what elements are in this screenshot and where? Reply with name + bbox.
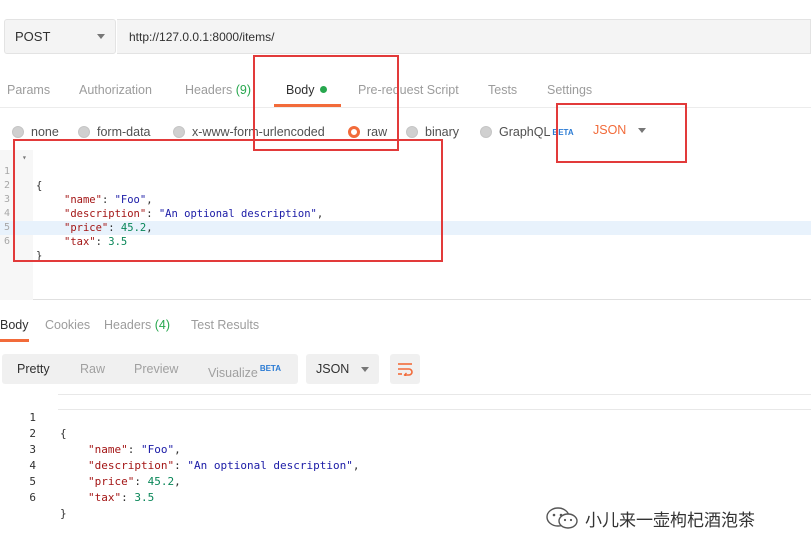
- headers-count-badge: (4): [154, 318, 171, 332]
- tab-label: Params: [7, 83, 51, 97]
- view-pretty-button[interactable]: Pretty: [17, 354, 50, 384]
- tab-label: Authorization: [79, 83, 152, 97]
- response-tabs: Body Cookies Headers (4) Test Results: [0, 318, 811, 342]
- response-tab-headers[interactable]: Headers (4): [104, 318, 170, 338]
- response-tab-cookies[interactable]: Cookies: [45, 318, 90, 338]
- json-key: "tax": [88, 491, 122, 504]
- tab-label: Test Results: [191, 318, 260, 332]
- code-line: 2 "name": "Foo",: [0, 410, 180, 456]
- view-visualize-button[interactable]: Visualize BETA: [208, 354, 281, 384]
- tab-headers[interactable]: Headers (9): [185, 78, 251, 108]
- radio-none[interactable]: none: [12, 124, 59, 140]
- tab-label: Settings: [547, 83, 593, 97]
- code-line: 6 }: [0, 474, 66, 520]
- response-tab-test-results[interactable]: Test Results: [191, 318, 259, 338]
- radio-label: GraphQL: [499, 125, 551, 139]
- json-value: 45.2: [147, 475, 175, 488]
- radio-circle-icon: [78, 126, 90, 138]
- chevron-down-icon: [361, 366, 369, 372]
- line-number: 6: [29, 491, 36, 504]
- request-tabs: Params Authorization Headers (9) Body Pr…: [0, 78, 811, 108]
- radio-circle-icon: [173, 126, 185, 138]
- view-label: Pretty: [17, 362, 50, 376]
- beta-badge: BETA: [259, 364, 281, 373]
- tab-authorization[interactable]: Authorization: [79, 78, 152, 108]
- annotation-box-json-select: [556, 103, 687, 163]
- radio-circle-icon: [406, 126, 418, 138]
- chevron-down-icon: [97, 34, 105, 39]
- json-sep: ,: [352, 459, 360, 472]
- response-format-select[interactable]: JSON: [306, 354, 379, 384]
- wechat-icon: [546, 507, 578, 529]
- tab-params[interactable]: Params: [7, 78, 50, 108]
- watermark: 小儿来一壶枸杞酒泡茶: [545, 505, 755, 531]
- response-view-switch: Pretty Raw Preview Visualize BETA: [2, 354, 298, 384]
- code-line: 5 "tax": 3.5: [0, 458, 154, 504]
- view-raw-button[interactable]: Raw: [80, 354, 105, 384]
- url-text: http://127.0.0.1:8000/items/: [129, 29, 275, 44]
- response-body-viewer[interactable]: 1 { 2 "name": "Foo", 3 "description": "A…: [0, 394, 811, 520]
- code-text: "name": "Foo",: [88, 443, 181, 456]
- view-label: Raw: [80, 362, 106, 376]
- tab-label: Headers: [104, 318, 152, 332]
- code-text: "description": "An optional description"…: [88, 459, 360, 472]
- radio-label: form-data: [97, 125, 151, 139]
- json-value: "Foo": [141, 443, 175, 456]
- code-text: "tax": 3.5: [88, 491, 155, 504]
- json-key: "description": [88, 459, 175, 472]
- wrap-lines-button[interactable]: [390, 354, 420, 384]
- code-line: 3 "description": "An optional descriptio…: [0, 426, 359, 472]
- tab-tests[interactable]: Tests: [488, 78, 517, 108]
- json-key: "price": [88, 475, 135, 488]
- annotation-box-request-body: [13, 139, 443, 262]
- json-sep: ,: [174, 443, 181, 456]
- wrap-lines-icon: [398, 363, 413, 376]
- json-value: 3.5: [134, 491, 155, 504]
- json-key: "name": [88, 443, 128, 456]
- annotation-box-body-tab: [253, 55, 399, 151]
- json-value: "An optional description": [187, 459, 353, 472]
- radio-circle-icon: [12, 126, 24, 138]
- code-text: {: [60, 427, 67, 440]
- radio-form-data[interactable]: form-data: [78, 124, 151, 140]
- radio-circle-icon: [480, 126, 492, 138]
- json-sep: ,: [174, 475, 181, 488]
- watermark-text: 小儿来一壶枸杞酒泡茶: [585, 510, 755, 530]
- method-select[interactable]: POST: [4, 19, 116, 54]
- headers-count-badge: (9): [235, 83, 252, 97]
- radio-label: none: [31, 125, 59, 139]
- radio-label: binary: [425, 125, 460, 139]
- radio-binary[interactable]: binary: [406, 124, 459, 140]
- tab-label: Cookies: [45, 318, 91, 332]
- code-line: 4 "price": 45.2,: [0, 442, 180, 488]
- tab-label: Headers: [185, 83, 233, 97]
- view-label: Visualize: [208, 366, 258, 380]
- view-label: Preview: [134, 362, 179, 376]
- code-line: 1 {: [0, 394, 66, 440]
- method-label: POST: [15, 29, 51, 44]
- response-tab-body[interactable]: Body: [0, 318, 29, 342]
- tab-label: Tests: [488, 83, 518, 97]
- view-preview-button[interactable]: Preview: [134, 354, 178, 384]
- response-format-label: JSON: [316, 362, 350, 376]
- tab-label: Body: [0, 318, 29, 332]
- cursor-line-highlight: [58, 394, 811, 410]
- code-text: "price": 45.2,: [88, 475, 181, 488]
- code-text: }: [60, 507, 67, 520]
- url-input[interactable]: http://127.0.0.1:8000/items/: [117, 19, 811, 54]
